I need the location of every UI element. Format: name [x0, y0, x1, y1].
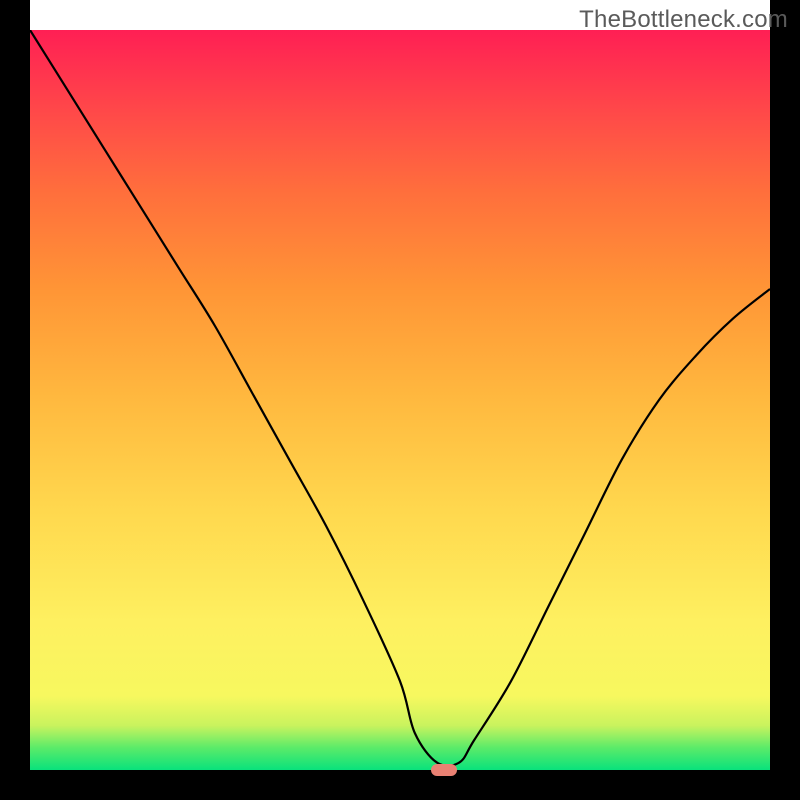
plot-area	[30, 30, 770, 770]
curve-layer	[30, 30, 770, 770]
axis-frame-left	[0, 0, 30, 800]
axis-frame-bottom	[0, 770, 800, 800]
watermark-text: TheBottleneck.com	[579, 6, 788, 34]
bottleneck-curve	[30, 30, 770, 766]
optimal-marker	[431, 764, 457, 776]
bottleneck-chart: TheBottleneck.com	[0, 0, 800, 800]
axis-frame-right	[770, 0, 800, 800]
